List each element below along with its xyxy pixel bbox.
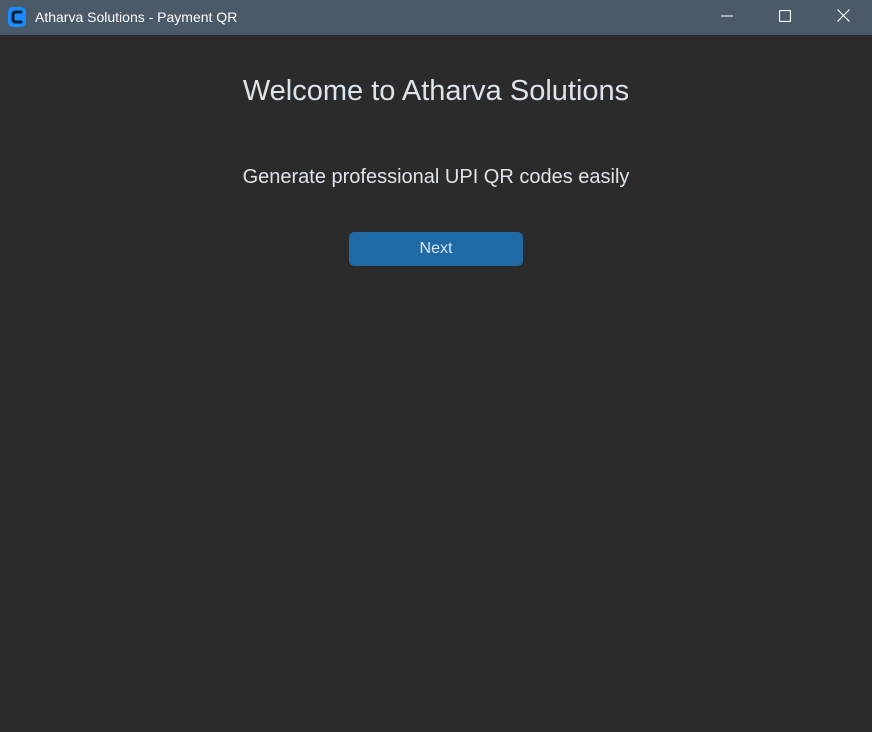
close-button[interactable]: [814, 0, 872, 35]
title-bar[interactable]: Atharva Solutions - Payment QR: [0, 0, 872, 35]
app-window: Atharva Solutions - Payment QR Welcome t…: [0, 0, 872, 732]
app-logo-icon: [8, 7, 26, 27]
maximize-icon: [778, 9, 792, 27]
welcome-heading: Welcome to Atharva Solutions: [242, 75, 630, 107]
tagline-text: Generate professional UPI QR codes easil…: [242, 166, 630, 188]
next-button[interactable]: Next: [349, 232, 523, 266]
close-icon: [836, 8, 850, 27]
window-title: Atharva Solutions - Payment QR: [35, 9, 238, 25]
minimize-button[interactable]: [698, 0, 756, 35]
main-content: Welcome to Atharva Solutions Generate pr…: [0, 35, 872, 732]
minimize-icon: [721, 9, 733, 27]
maximize-button[interactable]: [756, 0, 814, 35]
